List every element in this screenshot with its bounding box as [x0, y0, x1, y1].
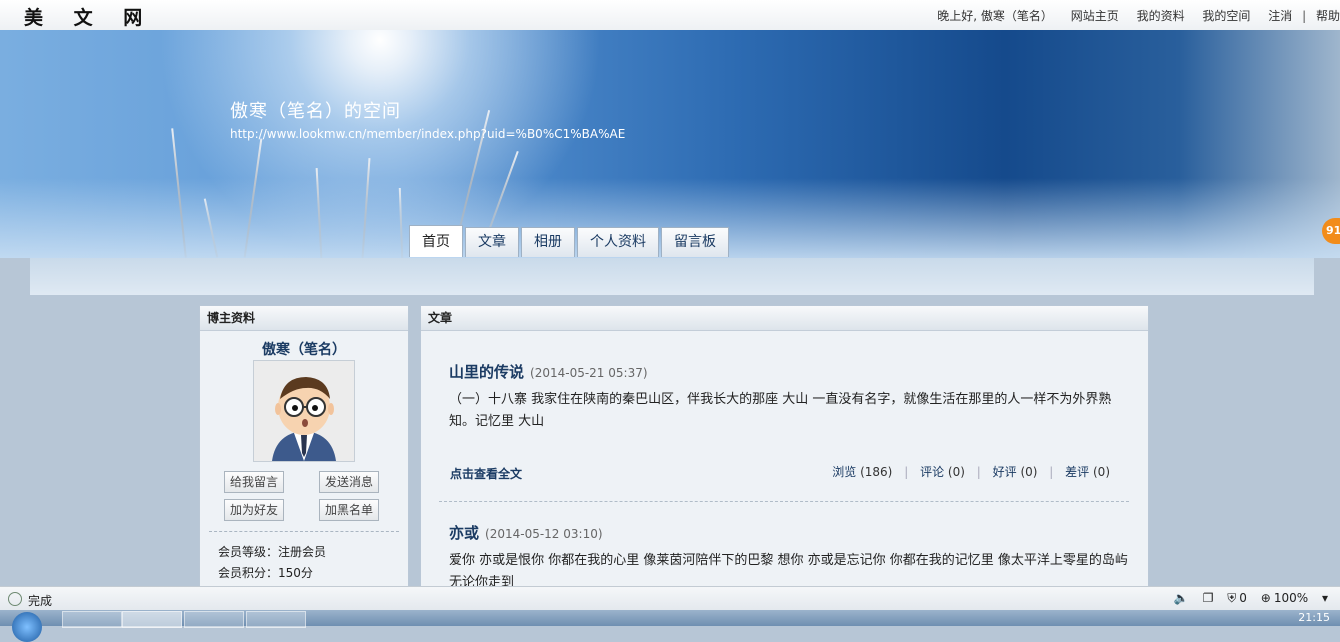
avatar[interactable]: [253, 360, 355, 462]
status-text: 完成: [28, 594, 53, 608]
read-full-link[interactable]: 点击查看全文: [450, 465, 522, 482]
nav-logout[interactable]: 注消: [1268, 9, 1292, 23]
profile-panel-heading: 博主资料: [200, 306, 408, 331]
member-level: 会员等级：注册会员: [218, 545, 327, 559]
zoom-icon[interactable]: ⊕: [1261, 591, 1271, 605]
post-date: (2014-05-21 05:37): [530, 366, 648, 380]
profile-divider: [209, 531, 399, 532]
member-points: 会员积分：150分: [218, 566, 313, 580]
tab-home[interactable]: 首页: [409, 225, 463, 257]
taskbar-folder-icon[interactable]: [62, 611, 122, 628]
nav-my-space[interactable]: 我的空间: [1202, 9, 1250, 23]
taskbar-browser-icon[interactable]: [122, 611, 182, 628]
site-logo[interactable]: 美 文 网: [24, 3, 154, 30]
comments-link[interactable]: 评论: [920, 465, 944, 479]
articles-panel-heading: 文章: [421, 306, 1148, 331]
profile-username[interactable]: 傲寒（笔名）: [200, 339, 408, 359]
send-message-button[interactable]: 发送消息: [319, 471, 379, 493]
clock[interactable]: 21:15: [1298, 611, 1330, 624]
bad-rating-count: (0): [1093, 465, 1110, 479]
os-taskbar: 21:15: [0, 610, 1340, 642]
space-title: 傲寒（笔名）的空间: [230, 101, 401, 122]
stats-separator: |: [1049, 465, 1054, 479]
start-button-icon[interactable]: [12, 612, 42, 642]
space-banner: 傲寒（笔名）的空间 http://www.lookmw.cn/member/in…: [0, 30, 1340, 258]
greeting-text: 晚上好, 傲寒（笔名）: [937, 9, 1053, 23]
add-friend-button[interactable]: 加为好友: [224, 499, 284, 521]
space-tabs: 首页 文章 相册 个人资料 留言板: [409, 225, 731, 258]
shield-count: 0: [1239, 591, 1247, 605]
shield-icon[interactable]: ⛨: [1227, 591, 1236, 605]
add-blacklist-button[interactable]: 加黑名单: [319, 499, 379, 521]
browser-status-bar: 完成 🔈 ❐ ⛨ 0 ⊕ 100% ▾: [0, 586, 1340, 611]
space-url[interactable]: http://www.lookmw.cn/member/index.php?ui…: [230, 127, 625, 141]
comments-count: (0): [947, 465, 965, 479]
post-excerpt: （一）十八寨 我家住在陕南的秦巴山区，伴我长大的那座 大山 一直没有名字，就像生…: [449, 392, 1112, 429]
good-rating-link[interactable]: 好评: [993, 465, 1017, 479]
banner-band: [30, 258, 1314, 295]
bad-rating-link[interactable]: 差评: [1065, 465, 1089, 479]
tab-profile[interactable]: 个人资料: [577, 227, 659, 257]
post-date: (2014-05-12 03:10): [485, 527, 603, 541]
post-title[interactable]: 山里的传说 (2014-05-21 05:37): [449, 361, 648, 382]
zoom-level[interactable]: 100%: [1274, 591, 1308, 605]
tab-album[interactable]: 相册: [521, 227, 575, 257]
profile-panel: 博主资料 傲寒（笔名） 给我留言 发送消息 加为好友 加黑名单 会员等级：注册会…: [199, 305, 409, 597]
nav-site-home[interactable]: 网站主页: [1071, 9, 1119, 23]
tab-articles[interactable]: 文章: [465, 227, 519, 257]
nav-my-profile[interactable]: 我的资料: [1137, 9, 1185, 23]
post-title[interactable]: 亦或 (2014-05-12 03:10): [449, 522, 603, 543]
done-icon: [8, 592, 22, 606]
nav-help[interactable]: 帮助: [1316, 9, 1340, 23]
good-rating-count: (0): [1020, 465, 1038, 479]
chevron-down-icon[interactable]: ▾: [1322, 591, 1328, 605]
post-stats: 浏览 (186) | 评论 (0) | 好评 (0) | 差评 (0): [832, 463, 1110, 480]
views-link[interactable]: 浏览: [832, 465, 856, 479]
top-bar: 美 文 网 晚上好, 傲寒（笔名） 网站主页 我的资料 我的空间 注消 | 帮助: [0, 0, 1340, 31]
stats-separator: |: [976, 465, 981, 479]
stats-separator: |: [904, 465, 909, 479]
articles-panel: 文章 山里的传说 (2014-05-21 05:37) （一）十八寨 我家住在陕南…: [420, 305, 1149, 597]
tab-guestbook[interactable]: 留言板: [661, 227, 729, 257]
status-right-tools: 🔈 ❐ ⛨ 0 ⊕ 100% ▾: [1164, 591, 1328, 606]
taskbar-app-icon[interactable]: [246, 611, 306, 628]
top-nav: 晚上好, 傲寒（笔名） 网站主页 我的资料 我的空间 注消 | 帮助: [923, 7, 1340, 24]
post-title-text[interactable]: 山里的传说: [449, 363, 524, 381]
post-title-text[interactable]: 亦或: [449, 524, 479, 542]
speaker-icon[interactable]: 🔈: [1174, 591, 1189, 605]
window-icon[interactable]: ❐: [1203, 591, 1214, 605]
views-count: (186): [860, 465, 893, 479]
leave-message-button[interactable]: 给我留言: [224, 471, 284, 493]
nav-separator: |: [1302, 9, 1307, 23]
taskbar-media-icon[interactable]: [184, 611, 244, 628]
post-divider: [439, 501, 1129, 502]
avatar-cartoon-icon: [254, 361, 354, 461]
